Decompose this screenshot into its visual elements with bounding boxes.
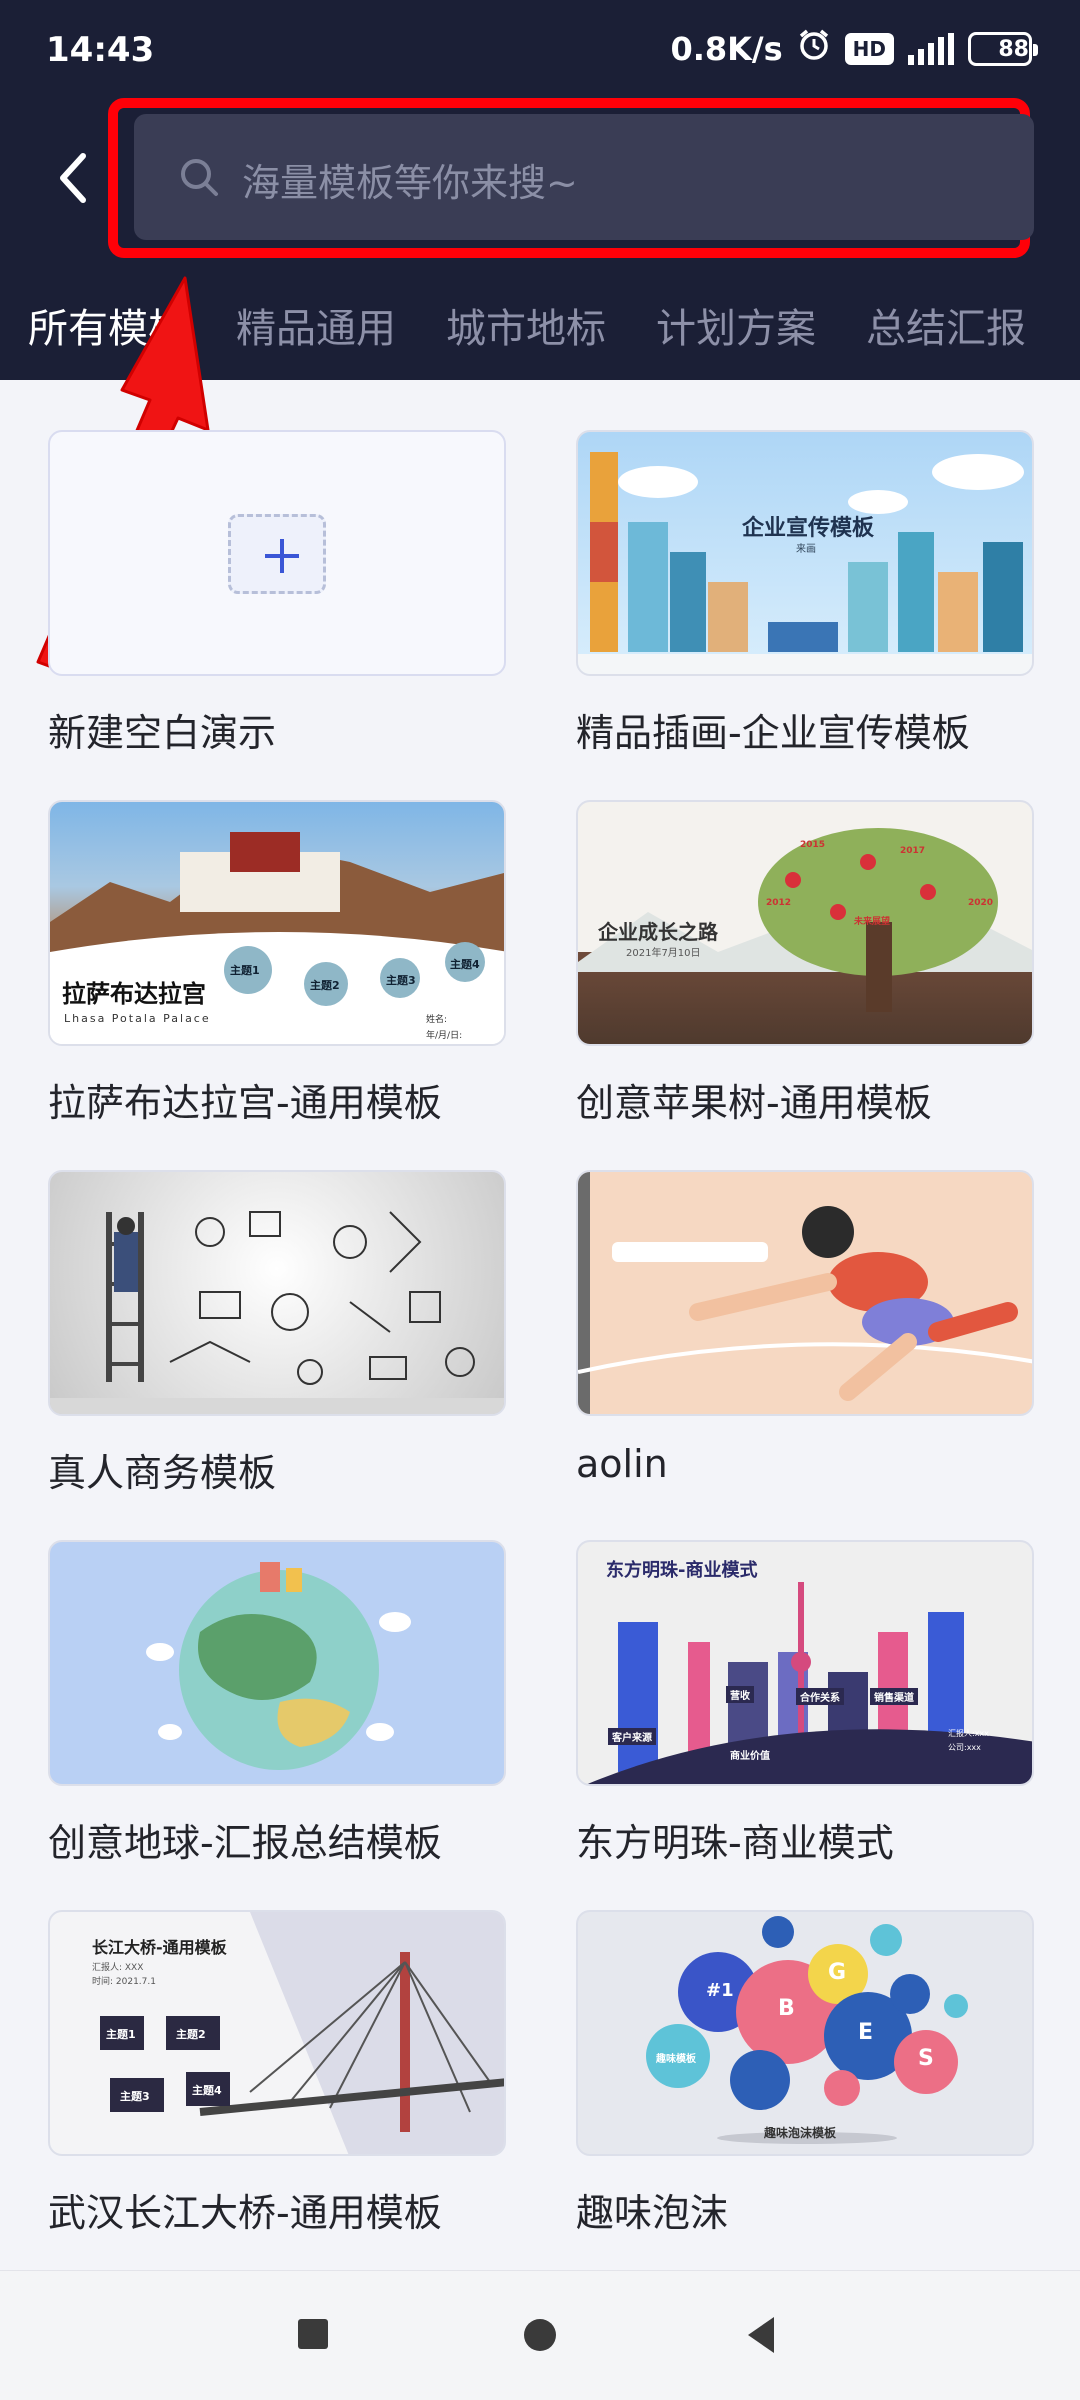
tab-all-templates[interactable]: 所有模板 (28, 296, 188, 354)
thumb-label: 合作关系 (796, 1688, 844, 1705)
template-title: 新建空白演示 (48, 711, 277, 755)
back-button[interactable] (42, 140, 102, 216)
thumb-subtitle: Lhasa Potala Palace (64, 1012, 211, 1025)
add-icon (228, 514, 326, 594)
system-navigation-bar (0, 2270, 1080, 2400)
template-title: 武汉长江大桥-通用模板 (48, 2191, 442, 2235)
thumb-letter: G (828, 1960, 847, 1985)
back-triangle-icon[interactable] (744, 2307, 778, 2367)
template-thumbnail[interactable]: 拉萨布达拉宫 Lhasa Potala Palace 主题1 主题2 主题3 主… (48, 800, 506, 1046)
thumb-name-field: 姓名: (426, 1015, 448, 1025)
thumb-label: 商业价值 (726, 1746, 774, 1763)
globe-illustration (146, 1562, 411, 1770)
battery-icon: 88 (968, 32, 1038, 66)
thumb-topic: 主题3 (386, 974, 416, 987)
tab-plans[interactable]: 计划方案 (656, 296, 816, 354)
search-icon (181, 159, 218, 196)
thumb-title: 趣味泡沫模板 (764, 2126, 837, 2140)
template-title: 东方明珠-商业模式 (576, 1821, 894, 1865)
template-thumbnail[interactable] (48, 1540, 506, 1786)
thumb-subtitle: 来画 (796, 544, 816, 555)
runner-illustration (578, 1172, 1032, 1414)
thumb-label: 营收 (726, 1686, 754, 1703)
template-title: 拉萨布达拉宫-通用模板 (48, 1081, 442, 1125)
thumb-title: 拉萨布达拉宫 (62, 980, 206, 1008)
status-time: 14:43 (46, 30, 155, 70)
thumb-label: #1 (706, 1980, 734, 2001)
status-bar: 14:43 0.8K/s HD 88 (0, 0, 1080, 100)
template-thumbnail[interactable]: 东方明珠-商业模式 客户来源 营收 合作关系 销售渠道 商业价值 汇报人:xxx… (576, 1540, 1034, 1786)
thumb-label: 销售渠道 (870, 1688, 918, 1705)
thumb-topic: 主题3 (120, 2090, 150, 2103)
template-thumbnail[interactable]: 企业成长之路 2021年7月10日 2015 2017 2012 2020 未来… (576, 800, 1034, 1046)
thumb-reporter: 汇报人: XXX (92, 1963, 144, 1973)
thumb-letter: S (918, 2046, 934, 2071)
search-placeholder: 海量模板等你来搜~ (242, 161, 578, 205)
thumb-topic: 主题4 (450, 958, 480, 971)
thumb-label: 客户来源 (608, 1728, 656, 1745)
thumb-year: 2020 (968, 898, 994, 908)
thumb-year: 2012 (766, 898, 792, 908)
thumb-reporter: 汇报人:xxx (948, 1729, 989, 1738)
template-thumbnail[interactable] (48, 1170, 506, 1416)
thumb-date-field: 年/月/日: (426, 1031, 463, 1041)
thumb-time: 时间: 2021.7.1 (92, 1977, 156, 1987)
thumb-title: 企业成长之路 (598, 920, 718, 944)
hd-icon: HD (844, 33, 894, 65)
template-title: 真人商务模板 (48, 1451, 277, 1495)
bubbles-illustration (646, 1916, 968, 2144)
template-title: aolin (576, 1442, 668, 1486)
thumb-date: 2021年7月10日 (626, 948, 701, 959)
template-thumbnail[interactable] (48, 430, 506, 676)
thumb-year: 2015 (800, 840, 826, 850)
thumb-topic: 主题1 (106, 2028, 136, 2041)
thumb-letter: B (778, 1996, 795, 2021)
thumb-topic: 主题1 (230, 964, 260, 977)
palace-illustration (50, 832, 504, 1044)
alarm-icon (797, 28, 831, 70)
template-title: 创意苹果树-通用模板 (576, 1081, 932, 1125)
doodle-illustration (50, 1211, 504, 1414)
thumb-company: 公司:xxx (948, 1743, 981, 1752)
thumb-topic: 主题2 (176, 2028, 206, 2041)
thumb-label: 趣味模板 (656, 2054, 696, 2065)
thumb-topic: 主题4 (192, 2084, 222, 2097)
network-speed: 0.8K/s (670, 30, 783, 68)
category-tabs: 所有模板 精品通用 城市地标 计划方案 总结汇报 (0, 286, 1080, 356)
thumb-title: 长江大桥-通用模板 (92, 1938, 227, 1957)
battery-level: 88 (998, 36, 1029, 62)
template-thumbnail[interactable] (576, 1170, 1034, 1416)
template-title: 趣味泡沫 (576, 2191, 729, 2235)
status-icons: 0.8K/s HD 88 (670, 28, 1038, 70)
search-input[interactable]: 海量模板等你来搜~ (134, 114, 1034, 240)
thumb-title: 企业宣传模板 (742, 516, 875, 541)
template-title: 创意地球-汇报总结模板 (48, 1821, 442, 1865)
signal-icon (908, 33, 954, 65)
top-header: 14:43 0.8K/s HD 88 海量模板等你来搜~ 所有模板 精品通用 城… (0, 0, 1080, 380)
thumb-title: 东方明珠-商业模式 (606, 1560, 758, 1581)
recents-square-icon[interactable] (296, 2307, 330, 2367)
template-thumbnail[interactable]: 长江大桥-通用模板 汇报人: XXX 时间: 2021.7.1 主题1 主题2 … (48, 1910, 506, 2156)
thumb-future: 未来展望 (854, 917, 891, 927)
thumb-year: 2017 (900, 846, 926, 856)
chevron-left-icon (60, 153, 86, 203)
template-title: 精品插画-企业宣传模板 (576, 711, 970, 755)
tab-summary-reports[interactable]: 总结汇报 (866, 296, 1026, 354)
tab-premium-general[interactable]: 精品通用 (236, 296, 396, 354)
thumb-topic: 主题2 (310, 979, 340, 992)
template-thumbnail[interactable]: #1 B G E S 趣味模板 趣味泡沫模板 (576, 1910, 1034, 2156)
home-circle-icon[interactable] (520, 2307, 560, 2367)
thumb-letter: E (858, 2020, 874, 2045)
template-thumbnail[interactable]: 企业宣传模板 来画 (576, 430, 1034, 676)
tab-city-landmarks[interactable]: 城市地标 (446, 296, 606, 354)
